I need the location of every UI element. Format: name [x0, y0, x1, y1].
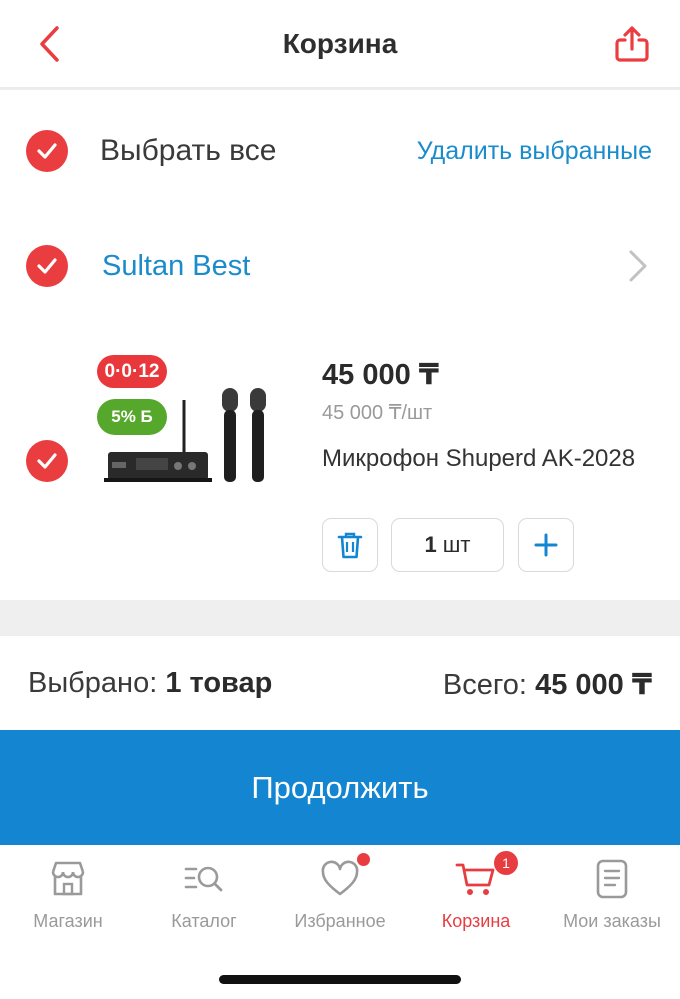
- increase-quantity-button[interactable]: [518, 518, 574, 572]
- select-all-checkbox[interactable]: [26, 130, 68, 172]
- section-divider: [0, 600, 680, 636]
- total-value: 45 000 ₸: [535, 669, 652, 701]
- checkmark-icon: [37, 258, 57, 274]
- plus-icon: [534, 533, 558, 557]
- tab-label: Корзина: [441, 911, 511, 931]
- product-name[interactable]: Микрофон Shuperd AK-2028: [322, 445, 635, 473]
- cart-count-badge: 1: [494, 851, 518, 875]
- selected-summary: Выбрано: 1 товар: [28, 667, 272, 700]
- continue-button[interactable]: Продолжить: [0, 730, 680, 845]
- bonus-badge: 5% Б: [97, 399, 167, 435]
- cart-icon: [455, 863, 495, 895]
- item-checkbox[interactable]: [26, 440, 68, 482]
- heart-icon: [321, 860, 359, 896]
- installment-badge: 0·0·12: [97, 355, 167, 388]
- selected-label: Выбрано:: [28, 667, 158, 699]
- notification-dot: [357, 853, 370, 866]
- selected-count: 1 товар: [165, 667, 273, 699]
- tab-favorites[interactable]: Избранное: [272, 853, 408, 932]
- orders-icon: [596, 859, 628, 899]
- checkmark-icon: [37, 143, 57, 159]
- tab-catalog[interactable]: Каталог: [136, 857, 272, 932]
- tab-label: Мои заказы: [563, 911, 661, 931]
- header: Корзина: [0, 0, 680, 90]
- tab-label: Каталог: [171, 911, 237, 931]
- tab-label: Избранное: [294, 911, 386, 931]
- total-label: Всего:: [442, 669, 527, 701]
- catalog-search-icon: [184, 866, 223, 892]
- seller-name[interactable]: Sultan Best: [102, 250, 250, 283]
- tab-store[interactable]: Магазин: [0, 857, 136, 932]
- quantity-unit: шт: [442, 532, 471, 557]
- delete-selected-link[interactable]: Удалить выбранные: [417, 137, 652, 166]
- tab-label: Магазин: [33, 911, 103, 931]
- quantity-value: 1: [424, 532, 437, 557]
- page-title: Корзина: [282, 28, 398, 59]
- tab-my-orders[interactable]: Мои заказы: [544, 857, 680, 932]
- item-price: 45 000 ₸: [322, 359, 439, 391]
- store-icon: [51, 861, 85, 896]
- chevron-right-icon[interactable]: [622, 248, 652, 284]
- bottom-tab-bar: Магазин Каталог Избранное 1 Корзина Мои …: [0, 845, 680, 945]
- unit-price: 45 000 ₸/шт: [322, 402, 433, 424]
- home-indicator[interactable]: [219, 975, 461, 984]
- delete-item-button[interactable]: [322, 518, 378, 572]
- trash-icon: [337, 532, 363, 559]
- share-button[interactable]: [610, 22, 654, 66]
- share-icon: [615, 26, 649, 62]
- total-summary: Всего: 45 000 ₸: [443, 667, 652, 702]
- select-all-label: Выбрать все: [100, 134, 277, 167]
- tab-cart[interactable]: 1 Корзина: [408, 851, 544, 932]
- checkmark-icon: [37, 453, 57, 469]
- quantity-field[interactable]: 1 шт: [391, 518, 504, 572]
- seller-checkbox[interactable]: [26, 245, 68, 287]
